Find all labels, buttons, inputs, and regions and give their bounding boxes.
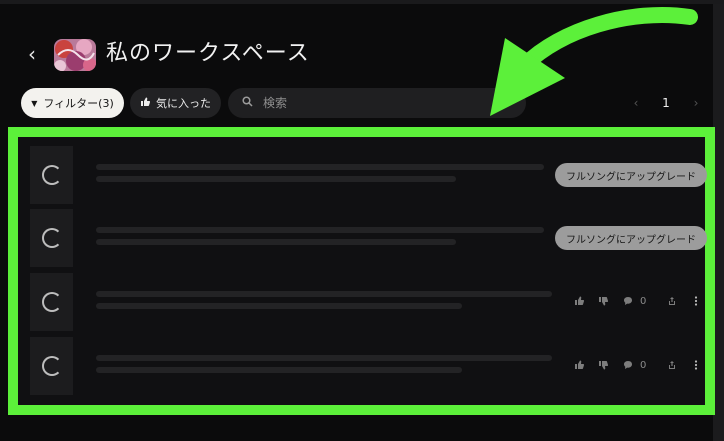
song-thumbnail xyxy=(30,209,73,267)
page-title: 私のワークスペース xyxy=(106,41,310,66)
chevron-left-icon: ‹ xyxy=(28,42,36,66)
share-icon[interactable] xyxy=(666,357,678,373)
song-row[interactable]: フルソングにアップグレード xyxy=(30,146,710,204)
upgrade-full-song-button[interactable]: フルソングにアップグレード xyxy=(555,163,707,187)
more-options-icon[interactable] xyxy=(690,357,702,373)
subtitle-placeholder xyxy=(96,303,462,309)
subtitle-placeholder xyxy=(96,367,462,373)
next-page-button[interactable]: › xyxy=(688,92,704,114)
subtitle-placeholder xyxy=(96,176,456,182)
comment-count: 0 xyxy=(640,359,647,371)
upgrade-full-song-button[interactable]: フルソングにアップグレード xyxy=(555,226,707,250)
like-icon[interactable] xyxy=(573,293,585,309)
back-button[interactable]: ‹ xyxy=(22,40,42,68)
comment-count: 0 xyxy=(640,295,647,307)
title-placeholder xyxy=(96,291,552,297)
title-placeholder xyxy=(96,355,552,361)
funnel-icon: ▼ xyxy=(31,98,38,108)
comment-icon[interactable] xyxy=(622,357,634,373)
loading-spinner-icon xyxy=(41,165,62,185)
song-row[interactable]: フルソングにアップグレード xyxy=(30,209,710,267)
filter-button[interactable]: ▼ フィルター(3) xyxy=(21,88,124,118)
previous-page-button[interactable]: ‹ xyxy=(628,92,644,114)
workspace-avatar xyxy=(54,39,96,71)
thumbs-up-icon xyxy=(140,97,151,110)
search-bar[interactable] xyxy=(228,88,526,118)
title-placeholder xyxy=(96,164,544,170)
filter-label: フィルター(3) xyxy=(43,97,114,110)
song-thumbnail xyxy=(30,146,73,204)
search-icon xyxy=(242,96,253,110)
title-placeholder xyxy=(96,227,544,233)
subtitle-placeholder xyxy=(96,239,456,245)
favorites-label: 気に入った xyxy=(156,97,211,110)
favorites-button[interactable]: 気に入った xyxy=(130,88,221,118)
search-input[interactable] xyxy=(263,96,503,110)
like-icon[interactable] xyxy=(573,357,585,373)
loading-spinner-icon xyxy=(41,292,62,312)
more-options-icon[interactable] xyxy=(690,293,702,309)
comment-icon[interactable] xyxy=(622,293,634,309)
song-row[interactable]: 0 xyxy=(30,337,710,395)
share-icon[interactable] xyxy=(666,293,678,309)
loading-spinner-icon xyxy=(41,356,62,376)
current-page-number: 1 xyxy=(662,96,670,110)
dislike-icon[interactable] xyxy=(597,357,609,373)
top-edge xyxy=(0,0,724,4)
song-thumbnail xyxy=(30,337,73,395)
dislike-icon[interactable] xyxy=(597,293,609,309)
song-thumbnail xyxy=(30,273,73,331)
song-row[interactable]: 0 xyxy=(30,273,710,331)
loading-spinner-icon xyxy=(41,228,62,248)
